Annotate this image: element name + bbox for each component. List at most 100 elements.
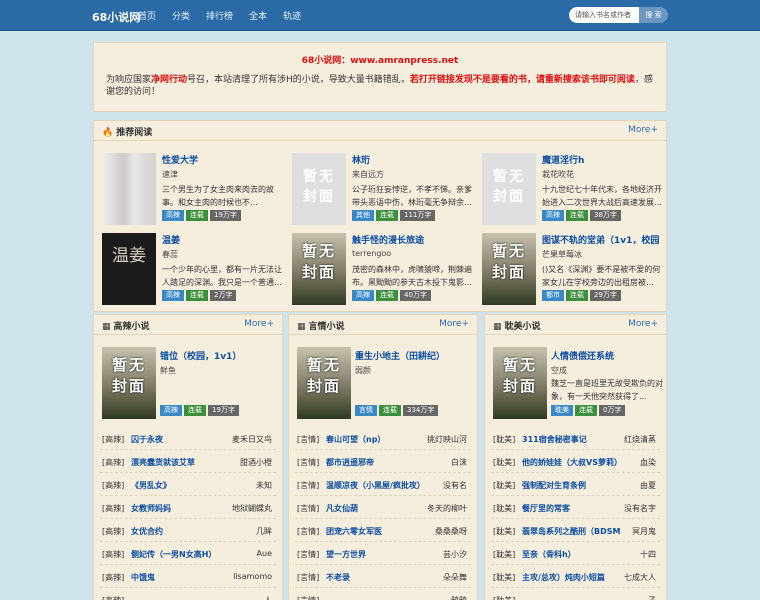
site-logo[interactable]: 68小说网 [92, 9, 140, 25]
book-cover[interactable]: 温姜 [102, 233, 156, 305]
book-tag[interactable]: 连载 [575, 405, 597, 416]
search-button[interactable]: 搜 索 [639, 7, 668, 23]
list-item-category[interactable]: [耽美] [493, 549, 515, 560]
book-tag[interactable]: 连载 [379, 405, 401, 416]
list-item-category[interactable]: [高辣] [102, 526, 124, 537]
list-item-author[interactable]: Aue [257, 549, 272, 558]
list-item-title[interactable]: 翡翠岛系列之酷刑（BDSM [522, 526, 632, 537]
list-item-author[interactable]: 桑桑桑呀 [435, 526, 467, 537]
book-cover[interactable]: 暂无封面 [493, 347, 547, 419]
book-tag[interactable]: 高辣 [162, 210, 184, 221]
list-item-title[interactable]: 团宠六零女军医 [326, 526, 436, 537]
book-cover[interactable]: 暂无封面 [482, 153, 536, 225]
list-item-category[interactable]: [高辣] [102, 549, 124, 560]
book-tag[interactable]: 其他 [352, 210, 374, 221]
book-tag[interactable]: 高辣 [542, 210, 564, 221]
list-item-title[interactable]: 凡女仙葫 [326, 503, 436, 514]
list-item-author[interactable]: 朵朵舞 [443, 572, 467, 583]
list-item-category[interactable]: [耽美] [493, 434, 515, 445]
book-title[interactable]: 性爱大学 [162, 153, 286, 166]
list-item-author[interactable]: 挑灯映山河 [427, 434, 467, 445]
book-title[interactable]: 温姜 [162, 233, 286, 246]
category-more-link[interactable]: More+ [439, 319, 469, 329]
list-item-category[interactable]: [耽美] [493, 526, 515, 537]
list-item-category[interactable]: [言情] [297, 526, 319, 537]
list-item-category[interactable]: [言情] [297, 595, 319, 600]
nav-ranking[interactable]: 排行榜 [206, 9, 233, 22]
category-more-link[interactable]: More+ [244, 319, 274, 329]
list-item-category[interactable]: [言情] [297, 434, 319, 445]
book-cover[interactable]: 暂无封面 [102, 347, 156, 419]
list-item-category[interactable]: [言情] [297, 457, 319, 468]
list-item-title[interactable]: 漂亮蠢货就该艾草 [131, 457, 241, 468]
list-item-category[interactable]: [高辣] [102, 480, 124, 491]
list-item-title[interactable]: 《男乱女》 [131, 480, 241, 491]
list-item-category[interactable]: [言情] [297, 503, 319, 514]
book-tag[interactable]: 言情 [355, 405, 377, 416]
list-item-category[interactable]: [言情] [297, 480, 319, 491]
list-item-category[interactable]: [言情] [297, 549, 319, 560]
book-title[interactable]: 魔道淫行h [542, 153, 666, 166]
book-cover[interactable] [102, 153, 156, 225]
book-tag[interactable]: 高辣 [160, 405, 182, 416]
list-item-author[interactable]: 红烧清蒸 [624, 434, 656, 445]
list-item-title[interactable]: 餐厅里的常客 [522, 503, 632, 514]
list-item-author[interactable]: 地狱蝴蝶丸 [232, 503, 272, 514]
nav-category[interactable]: 分类 [172, 9, 190, 22]
list-item-author[interactable]: 没有名字 [624, 503, 656, 514]
book-tag[interactable]: 高辣 [352, 290, 374, 301]
list-item-author[interactable]: 十四 [640, 549, 656, 560]
list-item-author[interactable]: 子 [648, 595, 656, 600]
list-item-title[interactable]: 春山可望（np） [326, 434, 436, 445]
book-tag[interactable]: 连载 [184, 405, 206, 416]
list-item-author[interactable]: 人 [264, 595, 272, 600]
list-item-author[interactable]: 未知 [256, 480, 272, 491]
book-tag[interactable]: 连载 [566, 290, 588, 301]
list-item-title[interactable]: 温顺凉夜（小黑屋/疯批攻） [326, 480, 436, 491]
list-item-author[interactable]: 冥月鬼 [632, 526, 656, 537]
book-tag[interactable]: 都市 [542, 290, 564, 301]
search-input[interactable]: 请输入书名或作者 [569, 7, 639, 23]
list-item-title[interactable]: 望一方世界 [326, 549, 436, 560]
list-item-author[interactable]: 鸦鸦 [451, 595, 467, 600]
list-item-category[interactable]: [高辣] [102, 595, 124, 600]
book-title[interactable]: 重生小地主（田耕纪） [355, 349, 471, 362]
list-item-title[interactable]: 中饿鬼 [131, 572, 241, 583]
list-item-author[interactable]: 白沫 [451, 457, 467, 468]
book-title[interactable]: 图谋不轨的堂弟（1v1，校园 [542, 233, 666, 246]
book-tag[interactable]: 连载 [376, 210, 398, 221]
book-title[interactable]: 触手怪的漫长旅途 [352, 233, 476, 246]
list-item-title[interactable]: 不老录 [326, 572, 436, 583]
book-cover[interactable]: 暂无封面 [292, 233, 346, 305]
list-item-category[interactable]: [耽美] [493, 480, 515, 491]
list-item-category[interactable]: [耽美] [493, 595, 515, 600]
list-item-category[interactable]: [高辣] [102, 457, 124, 468]
list-item-author[interactable]: 芸小汐 [443, 549, 467, 560]
list-item-category[interactable]: [耽美] [493, 503, 515, 514]
list-item-title[interactable]: 强制配对生育条例 [522, 480, 632, 491]
book-tag[interactable]: 连载 [186, 210, 208, 221]
list-item-title[interactable]: 女教师妈妈 [131, 503, 241, 514]
list-item-title[interactable]: 至亲（骨科h） [522, 549, 632, 560]
list-item-title[interactable]: 女优合约 [131, 526, 241, 537]
list-item-category[interactable]: [言情] [297, 572, 319, 583]
list-item-category[interactable]: [耽美] [493, 457, 515, 468]
list-item-title[interactable]: 311宿舍秘密事记 [522, 434, 632, 445]
list-item-author[interactable]: 冬天的柳叶 [427, 503, 467, 514]
book-tag[interactable]: 连载 [566, 210, 588, 221]
list-item-author[interactable]: lisamomo [233, 572, 272, 581]
list-item-category[interactable]: [高辣] [102, 572, 124, 583]
category-more-link[interactable]: More+ [628, 319, 658, 329]
book-cover[interactable]: 暂无封面 [297, 347, 351, 419]
nav-completed[interactable]: 全本 [249, 9, 267, 22]
book-cover[interactable]: 暂无封面 [482, 233, 536, 305]
nav-history[interactable]: 轨迹 [283, 9, 301, 22]
list-item-category[interactable]: [耽美] [493, 572, 515, 583]
book-tag[interactable]: 连载 [186, 290, 208, 301]
book-title[interactable]: 人情债偿还系统 [551, 349, 667, 362]
nav-home[interactable]: 首页 [138, 9, 156, 22]
book-title[interactable]: 错位（校园，1v1） [160, 349, 276, 362]
list-item-category[interactable]: [高辣] [102, 434, 124, 445]
list-item-author[interactable]: 麦禾日又鸟 [232, 434, 272, 445]
list-item-title[interactable]: 囚于永夜 [131, 434, 241, 445]
